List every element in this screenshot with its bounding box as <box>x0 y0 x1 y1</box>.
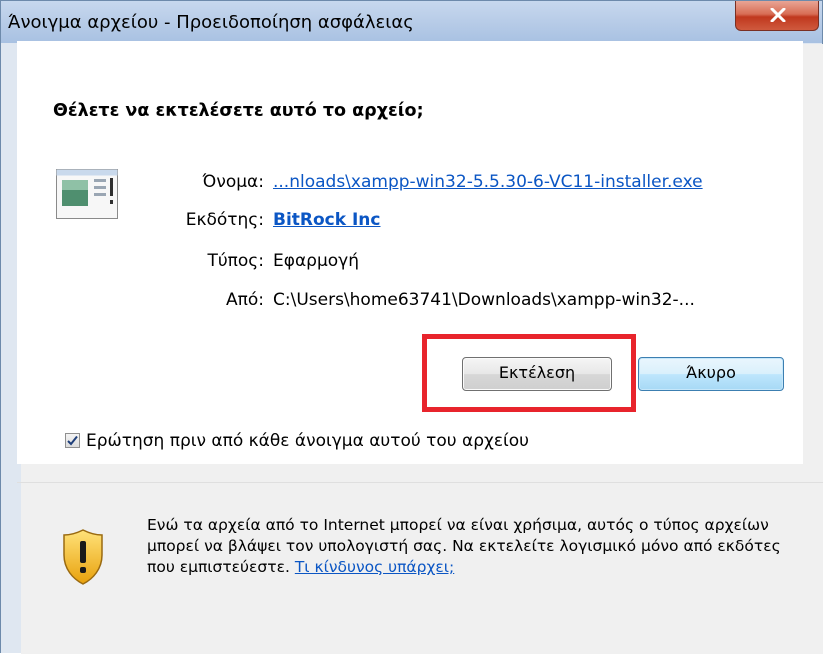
security-warning-dialog: Άνοιγμα αρχείου - Προειδοποίηση ασφάλεια… <box>0 0 823 654</box>
type-label: Τύπος: <box>207 251 264 271</box>
checkmark-icon <box>67 435 78 446</box>
what-is-the-risk-link[interactable]: Τι κίνδυνος υπάρχει; <box>295 558 454 576</box>
ask-before-opening-label[interactable]: Ερώτηση πριν από κάθε άνοιγμα αυτού του … <box>86 431 529 451</box>
run-button-highlight-box <box>422 334 636 412</box>
from-value: C:\Users\home63741\Downloads\xampp-win32… <box>273 290 695 310</box>
type-value: Εφαρμογή <box>273 251 360 271</box>
from-label: Από: <box>226 290 264 310</box>
close-x-icon <box>770 8 786 22</box>
publisher-label: Εκδότης: <box>185 210 264 230</box>
section-divider <box>17 482 823 483</box>
cancel-button[interactable]: Άκυρο <box>638 357 784 391</box>
file-name-link[interactable]: ...nloads\xampp-win32-5.5.30-6-VC11-inst… <box>273 172 703 192</box>
close-button[interactable] <box>735 1 819 31</box>
ask-before-opening-checkbox[interactable] <box>65 433 80 448</box>
window-title: Άνοιγμα αρχείου - Προειδοποίηση ασφάλεια… <box>8 12 414 33</box>
security-warning-text: Ενώ τα αρχεία από το Internet μπορεί να … <box>147 515 807 578</box>
run-question-heading: Θέλετε να εκτελέσετε αυτό το αρχείο; <box>53 101 424 121</box>
title-bar[interactable]: Άνοιγμα αρχείου - Προειδοποίηση ασφάλεια… <box>1 1 822 43</box>
warning-message: Ενώ τα αρχεία από το Internet μπορεί να … <box>147 516 781 576</box>
security-shield-icon <box>63 529 103 589</box>
file-name-label: Όνομα: <box>202 172 264 192</box>
publisher-link[interactable]: BitRock Inc <box>273 210 381 230</box>
